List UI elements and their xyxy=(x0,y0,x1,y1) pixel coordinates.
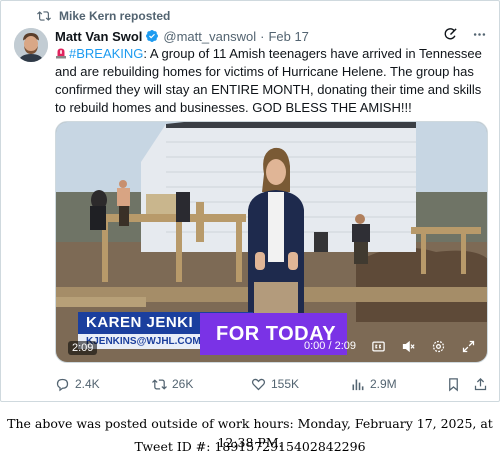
tweet-card[interactable]: Mike Kern reposted Matt Van Swol @matt_v… xyxy=(0,0,500,402)
work-hours-note: The above was posted outside of work hou… xyxy=(7,416,493,450)
footer-note: The above was posted outside of work hou… xyxy=(0,402,500,456)
verified-badge-icon xyxy=(146,30,159,42)
views-icon xyxy=(352,379,364,390)
bookmark-icon xyxy=(449,377,458,391)
reply-icon xyxy=(56,378,69,391)
action-bar: 2.4K 26K 155K 2.9M xyxy=(55,374,487,394)
header-separator: · xyxy=(260,28,265,44)
repost-label: Mike Kern reposted xyxy=(59,9,171,23)
heart-icon xyxy=(251,378,266,390)
bookmark-button[interactable] xyxy=(446,374,461,394)
reply-count: 2.4K xyxy=(75,377,100,391)
repost-context[interactable]: Mike Kern reposted xyxy=(37,8,170,24)
repost-icon xyxy=(37,11,51,21)
video-duration: 2:09 xyxy=(68,341,98,355)
captions-icon[interactable] xyxy=(371,339,386,354)
mute-icon[interactable] xyxy=(401,339,416,354)
video-progress-time: 0:00 / 2:09 xyxy=(304,340,356,352)
share-icon xyxy=(474,377,487,390)
video-player[interactable]: KAREN JENKI KJENKINS@WJHL.COM FOR TODAY … xyxy=(55,121,488,363)
more-icon[interactable] xyxy=(472,27,487,42)
author-name[interactable]: Matt Van Swol xyxy=(55,29,142,44)
tweet-text: #BREAKING: A group of 11 Amish teenagers… xyxy=(55,45,493,117)
repost-button[interactable]: 26K xyxy=(152,374,193,394)
fullscreen-icon[interactable] xyxy=(461,339,476,354)
hashtag-breaking[interactable]: #BREAKING xyxy=(69,46,143,61)
reply-button[interactable]: 2.4K xyxy=(55,374,100,394)
tweet-id-note: Tweet ID #: 1891572915402842296 xyxy=(134,439,366,454)
view-count: 2.9M xyxy=(370,377,397,391)
repost-action-icon xyxy=(152,378,167,390)
grok-icon[interactable] xyxy=(443,27,458,42)
settings-icon[interactable] xyxy=(431,339,446,354)
avatar[interactable] xyxy=(14,28,48,62)
author-handle[interactable]: @matt_vanswol xyxy=(163,29,256,44)
views-button[interactable]: 2.9M xyxy=(350,374,397,394)
tweet-date[interactable]: Feb 17 xyxy=(268,29,308,44)
header-icons xyxy=(443,27,487,42)
repost-count: 26K xyxy=(172,377,194,391)
like-count: 155K xyxy=(271,377,300,391)
siren-icon xyxy=(56,48,66,59)
share-button[interactable] xyxy=(473,374,488,394)
tweet-header: Matt Van Swol @matt_vanswol · Feb 17 xyxy=(55,27,487,45)
like-button[interactable]: 155K xyxy=(251,374,299,394)
